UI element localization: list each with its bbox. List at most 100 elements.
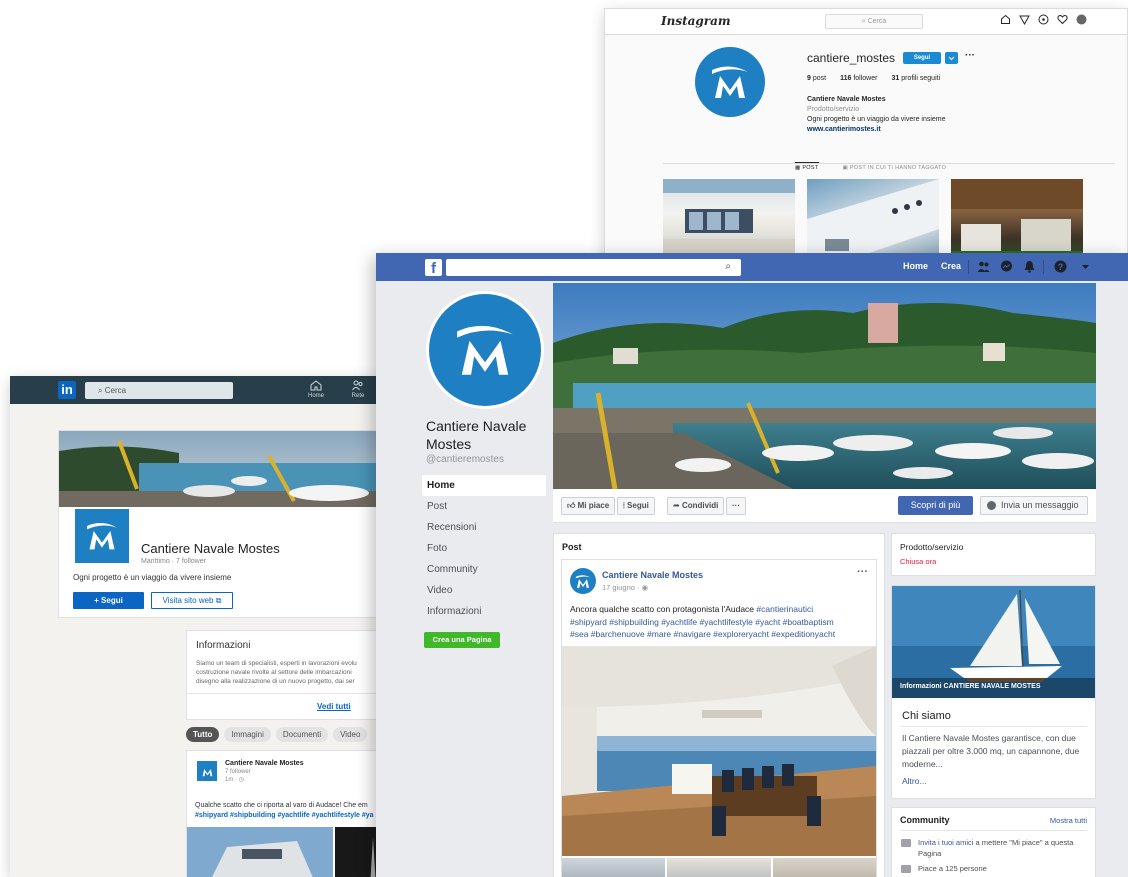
stat-following[interactable]: 31 profili seguiti (891, 75, 940, 82)
bio-link[interactable]: www.cantierimostes.it (807, 125, 946, 135)
filter-all[interactable]: Tutto (186, 727, 220, 742)
see-all-link[interactable]: Vedi tutti (317, 702, 351, 711)
divider (187, 693, 389, 694)
nav-home[interactable]: Home (903, 261, 928, 271)
opening-status: Chiusa ora (900, 557, 937, 566)
page-profile-picture[interactable] (426, 291, 544, 409)
home-icon[interactable] (1000, 14, 1011, 25)
page-nav-reviews[interactable]: Recensioni (422, 517, 546, 538)
tab-posts[interactable]: ▦ POST (795, 162, 819, 171)
company-logo[interactable] (73, 507, 131, 565)
mostes-logo-icon (575, 574, 591, 588)
about-card: Informazioni CANTIERE NAVALE MOSTES Chi … (891, 585, 1096, 799)
filter-video[interactable]: Video (333, 727, 368, 742)
grid-post-image[interactable] (951, 179, 1083, 262)
follow-button[interactable]: ⦙ Segui (617, 497, 655, 515)
post-hashtags[interactable]: #shipyard #shipbuilding #yachtlife #yach… (570, 617, 834, 627)
page-name[interactable]: Cantiere Navale Mostes (426, 417, 546, 453)
chevron-down-icon[interactable] (1079, 260, 1092, 273)
page-nav-photos[interactable]: Foto (422, 538, 546, 559)
send-message-button[interactable]: Invia un messaggio (980, 496, 1088, 515)
facebook-logo[interactable]: f (425, 259, 442, 277)
heart-icon[interactable] (1057, 14, 1068, 25)
about-image[interactable] (892, 586, 1095, 698)
page-nav-about[interactable]: Informazioni (422, 601, 546, 622)
invite-friends-link[interactable]: Invita i tuoi amici (918, 838, 973, 847)
nav-network[interactable]: Rete (345, 380, 371, 399)
nav-home[interactable]: Home (303, 380, 329, 399)
page-handle[interactable]: @cantieremostes (426, 454, 504, 465)
more-button[interactable]: ··· (726, 497, 746, 515)
profile-avatar[interactable] (695, 47, 765, 117)
post-image[interactable] (187, 827, 333, 877)
send-icon[interactable] (1019, 14, 1030, 26)
messenger-icon[interactable] (1000, 260, 1013, 273)
follow-button[interactable]: + Segui (73, 592, 144, 609)
post-author[interactable]: Cantiere Navale Mostes (225, 760, 304, 767)
profile-username: cantiere_mostes (807, 51, 896, 65)
filter-images[interactable]: Immagini (224, 727, 271, 742)
page-nav-posts[interactable]: Post (422, 496, 546, 517)
post-date[interactable]: 17 giugno · ◉ (602, 583, 648, 592)
friends-icon[interactable] (977, 260, 990, 273)
cover-photo[interactable] (553, 283, 1096, 489)
instagram-logo[interactable]: Instagram (661, 14, 731, 28)
help-icon[interactable]: ? (1054, 260, 1067, 273)
stat-posts[interactable]: 9 post (807, 75, 826, 82)
page-category[interactable]: Prodotto/servizio (900, 542, 963, 552)
post-options-button[interactable]: ··· (857, 566, 868, 578)
messenger-icon (987, 501, 996, 510)
cover-image (59, 431, 390, 507)
bio-category: Prodotto/servizio (807, 106, 860, 113)
learn-more-button[interactable]: Scopri di più (898, 496, 973, 515)
page-nav-home[interactable]: Home (422, 475, 546, 496)
bell-icon[interactable] (1023, 260, 1036, 273)
company-name: Cantiere Navale Mostes (141, 541, 280, 556)
about-text: Siamo un team di specialisti, esperti in… (196, 660, 357, 685)
tab-tagged[interactable]: ▣ POST IN CUI TI HANNO TAGGATO (843, 165, 947, 171)
grid-post-image[interactable] (663, 179, 795, 262)
post-author[interactable]: Cantiere Navale Mostes (602, 570, 703, 580)
post-thumbnail[interactable] (562, 858, 666, 877)
post-author-logo[interactable] (197, 761, 217, 781)
nav-create[interactable]: Crea (941, 261, 961, 271)
visit-website-button[interactable]: Visita sito web ⧉ (151, 592, 233, 609)
page-likes-count: Piace a 125 persone (918, 864, 987, 873)
stat-followers[interactable]: 116 follower (840, 75, 877, 82)
linkedin-logo[interactable]: in (58, 381, 76, 399)
more-options-button[interactable]: ··· (965, 50, 975, 61)
page-nav-video[interactable]: Video (422, 580, 546, 601)
avatar-icon[interactable] (1076, 14, 1087, 25)
profile-stats: 9 post 116 follower 31 profili seguiti (807, 75, 940, 82)
suggest-dropdown-button[interactable] (945, 52, 958, 64)
create-page-button[interactable]: Crea una Pagina (424, 632, 500, 648)
divider (663, 163, 1115, 164)
page-nav-community[interactable]: Community (422, 559, 546, 580)
post-image[interactable] (562, 646, 876, 856)
profile-tabs: ▦ POST ▣ POST IN CUI TI HANNO TAGGATO (795, 162, 947, 171)
post-hashtag[interactable]: #cantierinautici (756, 604, 813, 614)
bio-name: Cantiere Navale Mostes (807, 96, 886, 103)
like-button[interactable]: 👍︎ Mi piace (561, 497, 616, 515)
post-time: 1m · ◷ (225, 777, 244, 783)
filter-documents[interactable]: Documenti (275, 727, 329, 742)
share-button[interactable]: ➦ Condividi (667, 497, 725, 515)
community-see-all-link[interactable]: Mostra tutti (1050, 816, 1087, 825)
grid-post-image[interactable] (807, 179, 939, 262)
search-icon[interactable]: ⌕ (725, 261, 731, 272)
about-more-link[interactable]: Altro... (902, 776, 927, 786)
instagram-search-input[interactable]: ⌕ Cerca (825, 14, 923, 29)
community-card: Community Mostra tutti Invita i tuoi ami… (891, 807, 1096, 877)
post-hashtags[interactable]: #sea #barchenuove #mare #navigare #explo… (570, 629, 835, 639)
facebook-search-input[interactable]: ⌕ (446, 259, 741, 276)
linkedin-search-input[interactable]: ⌕ Cerca (85, 382, 233, 399)
post-thumbnail[interactable] (667, 858, 771, 877)
post-author-avatar[interactable] (570, 568, 596, 594)
company-header-card: Cantiere Navale Mostes Marittimo · 7 fol… (58, 430, 390, 618)
follow-button[interactable]: Segui (903, 52, 941, 64)
share-icon: ➦ (673, 501, 680, 510)
explore-icon[interactable] (1038, 14, 1049, 25)
post-hashtags[interactable]: #shipyard #shipbuilding #yachtlife #yach… (195, 811, 389, 821)
page-category-card: Prodotto/servizio Chiusa ora (891, 533, 1096, 576)
post-thumbnail[interactable] (772, 858, 876, 877)
